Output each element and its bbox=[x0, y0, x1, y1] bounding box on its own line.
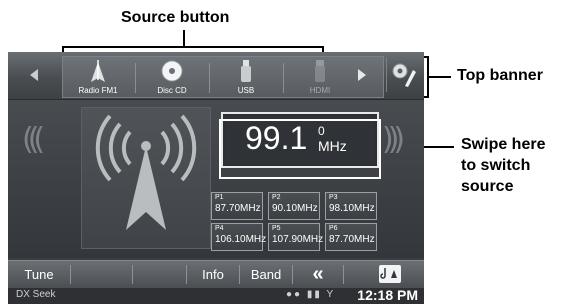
preset-button-p3[interactable]: P3 98.10MHz bbox=[325, 192, 377, 220]
settings-wrench-icon bbox=[392, 63, 416, 87]
swipe-callout-3: source bbox=[461, 178, 514, 195]
previous-station-chevron-icon[interactable]: ((( bbox=[22, 122, 45, 157]
next-source-button[interactable] bbox=[340, 58, 384, 92]
right-arrow-icon bbox=[358, 69, 366, 81]
preset-button-p5[interactable]: P5 107.90MHz bbox=[268, 223, 324, 251]
hdmi-icon bbox=[315, 60, 325, 82]
swipe-highlight-frame bbox=[219, 119, 381, 179]
bottom-control-bar: Tune Info Band « bbox=[8, 260, 424, 288]
divider bbox=[70, 265, 71, 284]
source-usb-button[interactable]: USB bbox=[211, 57, 281, 97]
source-radio-label: Radio FM1 bbox=[78, 86, 118, 95]
head-unit-screen: Radio FM1 Disc CD USB HDMI (((99.1 0 MH… bbox=[8, 52, 424, 304]
swipe-callout-1: Swipe here bbox=[461, 136, 546, 153]
source-button-bar: Radio FM1 Disc CD USB HDMI bbox=[62, 56, 384, 98]
preset-number: P2 bbox=[272, 194, 281, 201]
preset-button-p2[interactable]: P2 90.10MHz bbox=[268, 192, 320, 220]
radio-antenna-icon bbox=[91, 60, 105, 82]
preset-frequency: 107.90MHz bbox=[272, 234, 324, 245]
settings-button[interactable] bbox=[386, 58, 421, 92]
status-bar: DX Seek ●● ▮▮ Y 12:18 PM bbox=[8, 287, 424, 304]
status-indicator-icons: ●● ▮▮ Y bbox=[286, 289, 336, 300]
preset-frequency: 98.10MHz bbox=[329, 203, 375, 214]
audio-visual-icon bbox=[379, 265, 401, 283]
source-button-callout: Source button bbox=[121, 9, 230, 26]
divider bbox=[283, 63, 284, 93]
source-disc-button[interactable]: Disc CD bbox=[137, 57, 207, 97]
preset-button-p4[interactable]: P4 106.10MHz bbox=[211, 223, 267, 251]
band-button[interactable]: Band bbox=[240, 261, 292, 288]
preset-frequency: 106.10MHz bbox=[215, 234, 267, 245]
dx-seek-status: DX Seek bbox=[16, 289, 56, 300]
radio-artwork bbox=[81, 107, 211, 249]
info-button[interactable]: Info bbox=[187, 261, 239, 288]
source-usb-label: USB bbox=[237, 86, 255, 95]
source-disc-label: Disc CD bbox=[157, 86, 187, 95]
preset-frequency: 87.70MHz bbox=[329, 234, 375, 245]
divider bbox=[209, 63, 210, 93]
preset-button-p6[interactable]: P6 87.70MHz bbox=[325, 223, 377, 251]
preset-number: P1 bbox=[215, 194, 224, 201]
top-banner-callout: Top banner bbox=[457, 67, 543, 84]
audio-visual-button[interactable] bbox=[372, 261, 408, 288]
clock: 12:18 PM bbox=[357, 287, 418, 303]
preset-number: P5 bbox=[272, 225, 281, 232]
divider bbox=[132, 265, 133, 284]
disc-icon bbox=[161, 60, 183, 82]
tune-button[interactable]: Tune bbox=[8, 261, 70, 288]
preset-button-p1[interactable]: P1 87.70MHz bbox=[211, 192, 263, 220]
banner-callout-line bbox=[429, 76, 451, 78]
top-banner: Radio FM1 Disc CD USB HDMI bbox=[8, 52, 424, 100]
usb-icon bbox=[241, 60, 251, 82]
preset-number: P3 bbox=[329, 194, 338, 201]
prev-source-button[interactable] bbox=[12, 58, 56, 92]
swipe-callout-2: to switch bbox=[461, 157, 531, 174]
source-bracket-line bbox=[62, 46, 324, 48]
next-station-chevron-icon[interactable]: ))) bbox=[382, 122, 405, 157]
radio-broadcast-icon bbox=[95, 114, 197, 230]
divider bbox=[135, 63, 136, 93]
preset-number: P4 bbox=[215, 225, 224, 232]
preset-frequency: 90.10MHz bbox=[272, 203, 318, 214]
source-radio-button[interactable]: Radio FM1 bbox=[63, 57, 133, 97]
divider bbox=[343, 265, 344, 284]
left-arrow-icon bbox=[30, 69, 38, 81]
preset-number: P6 bbox=[329, 225, 338, 232]
preset-frequency: 87.70MHz bbox=[215, 203, 261, 214]
back-chevron-button[interactable]: « bbox=[293, 261, 343, 288]
